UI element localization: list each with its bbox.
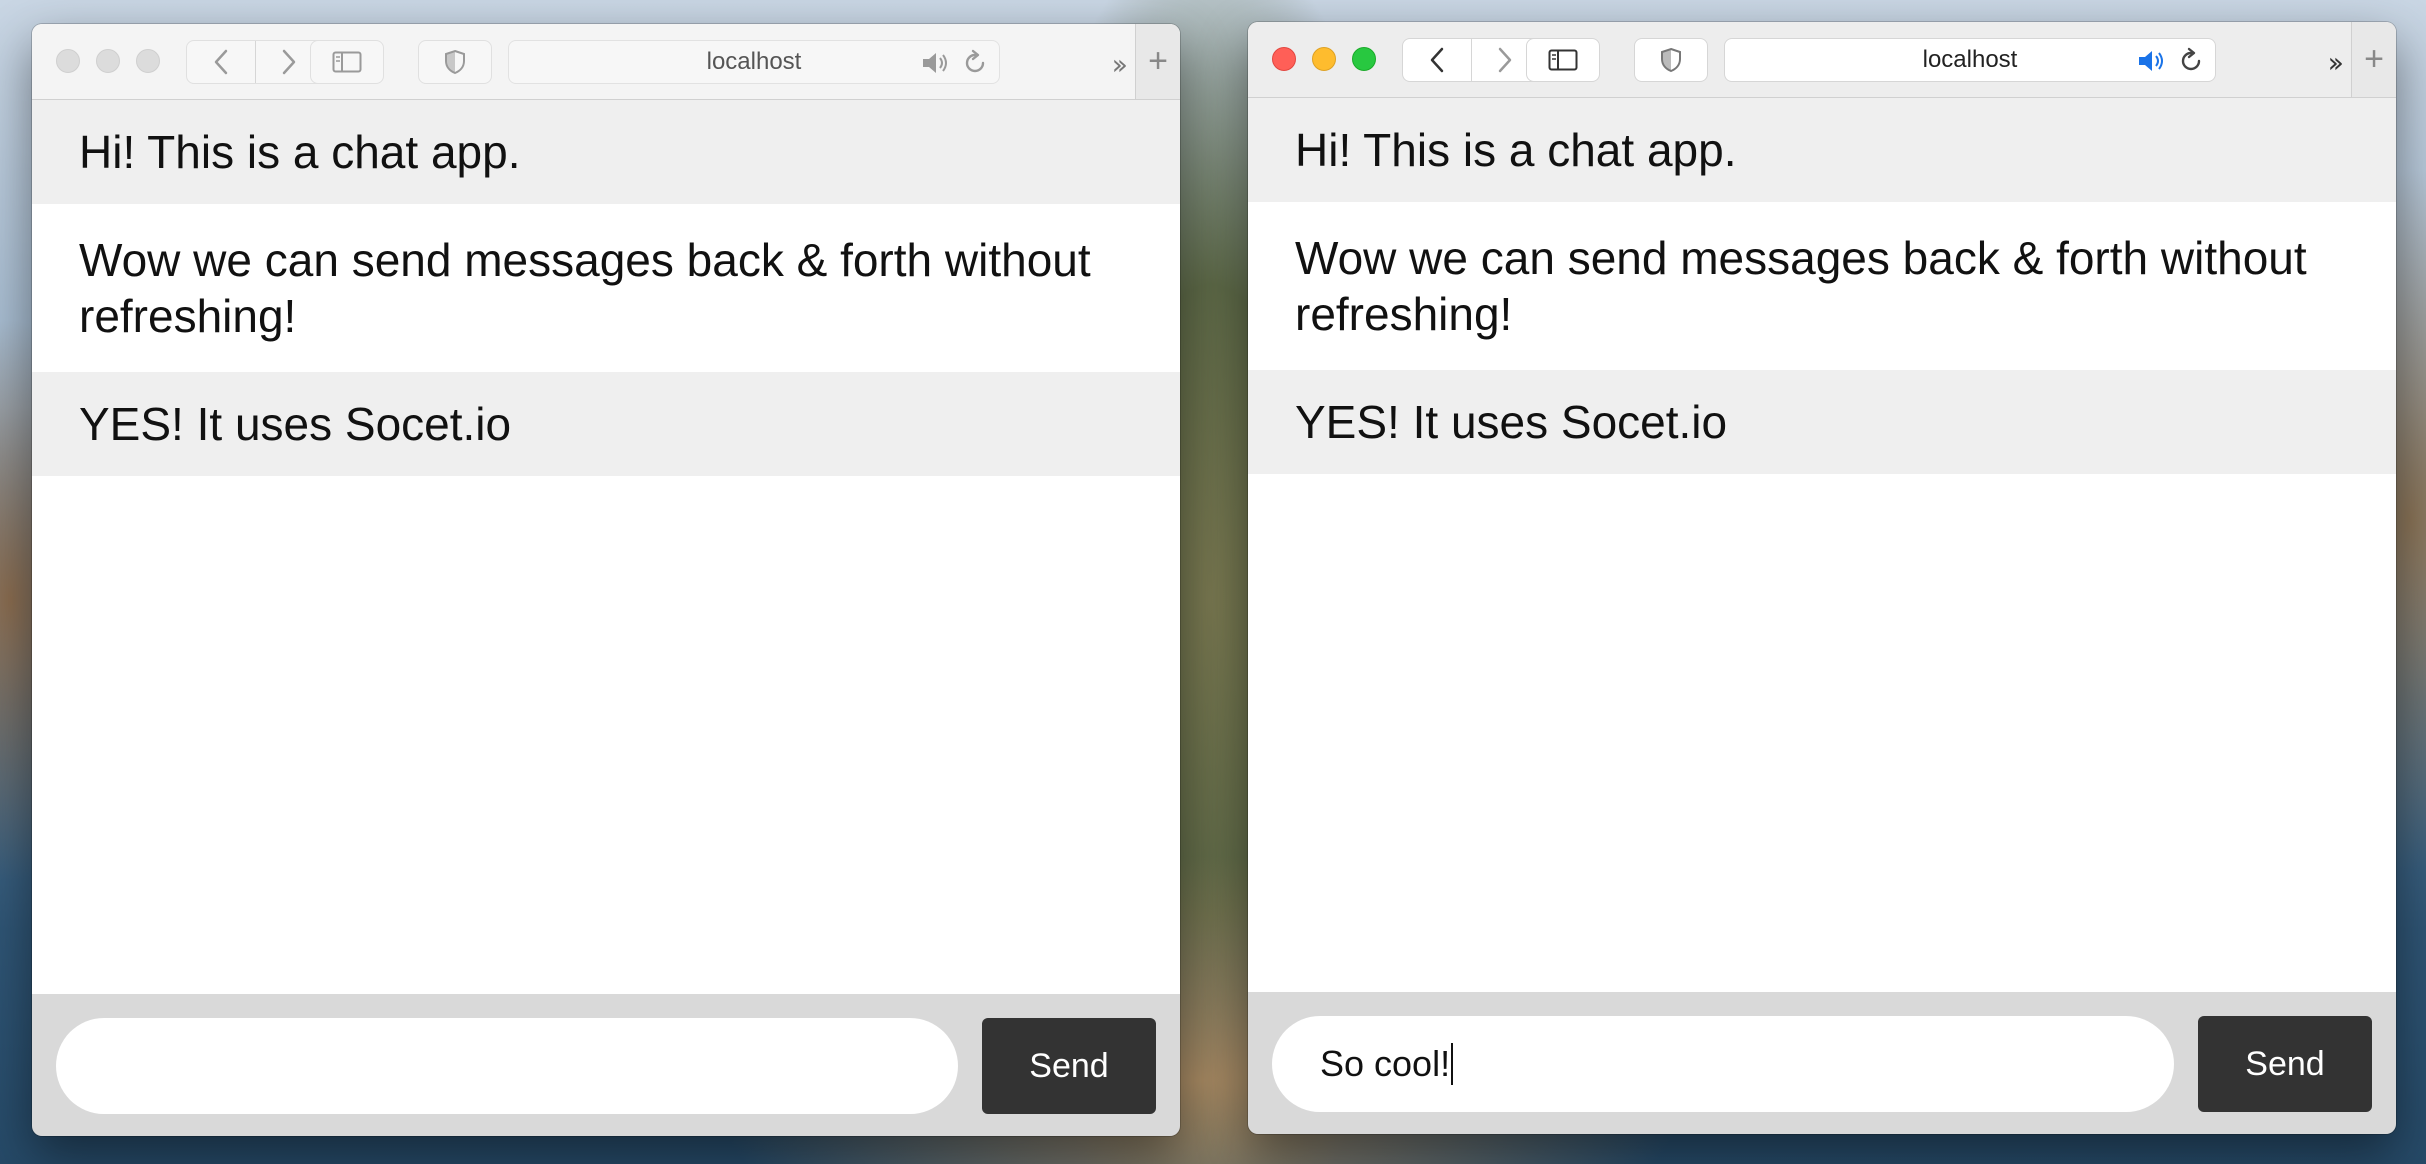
chevron-right-icon	[1499, 47, 1512, 73]
navigation-buttons	[186, 40, 324, 84]
sidebar-toggle-button[interactable]	[1526, 38, 1600, 82]
shield-icon	[1661, 47, 1681, 73]
chevron-double-right-icon[interactable]: ››	[1112, 48, 1129, 81]
plus-icon: +	[2364, 40, 2384, 78]
message-item: Wow we can send messages back & forth wi…	[79, 234, 1091, 342]
send-button[interactable]: Send	[982, 1018, 1156, 1114]
navigation-buttons	[1402, 38, 1540, 82]
sidebar-icon	[332, 51, 362, 73]
address-bar[interactable]: localhost	[508, 40, 1000, 84]
desktop-background: localhost ›› + Hi! This is a chat app. W…	[0, 0, 2426, 1164]
close-window-button[interactable]	[1272, 47, 1296, 71]
window-controls	[1272, 47, 1376, 71]
window-controls	[56, 49, 160, 73]
privacy-report-button[interactable]	[418, 40, 492, 84]
sidebar-toggle-button[interactable]	[310, 40, 384, 84]
message-input-value: So cool!	[1320, 1043, 1451, 1084]
chevron-left-icon	[214, 49, 227, 75]
send-button[interactable]: Send	[2198, 1016, 2372, 1112]
message-input[interactable]	[56, 1018, 958, 1114]
message-composer: Send	[32, 994, 1180, 1136]
new-tab-button[interactable]: +	[2351, 22, 2396, 97]
minimize-window-button[interactable]	[1312, 47, 1336, 71]
speaker-icon[interactable]	[2137, 48, 2167, 74]
browser-toolbar: localhost ›› +	[32, 24, 1180, 100]
text-caret	[1451, 1043, 1454, 1085]
message-item: YES! It uses Socet.io	[1248, 370, 2396, 474]
minimize-window-button[interactable]	[96, 49, 120, 73]
address-bar[interactable]: localhost	[1724, 38, 2216, 82]
plus-icon: +	[1148, 42, 1168, 80]
browser-toolbar: localhost ›› +	[1248, 22, 2396, 98]
reload-icon[interactable]	[961, 49, 989, 77]
maximize-window-button[interactable]	[136, 49, 160, 73]
new-tab-button[interactable]: +	[1135, 24, 1180, 99]
maximize-window-button[interactable]	[1352, 47, 1376, 71]
back-button[interactable]	[187, 41, 255, 83]
message-list: Hi! This is a chat app. Wow we can send …	[1248, 98, 2396, 992]
close-window-button[interactable]	[56, 49, 80, 73]
message-item: YES! It uses Socet.io	[32, 372, 1180, 476]
back-button[interactable]	[1403, 39, 1471, 81]
privacy-report-button[interactable]	[1634, 38, 1708, 82]
message-list: Hi! This is a chat app. Wow we can send …	[32, 100, 1180, 994]
message-item: Hi! This is a chat app.	[32, 100, 1180, 204]
chevron-right-icon	[283, 49, 296, 75]
sidebar-icon	[1548, 49, 1578, 71]
message-input[interactable]: So cool!	[1272, 1016, 2174, 1112]
chevron-double-right-icon[interactable]: ››	[2328, 46, 2345, 79]
reload-icon[interactable]	[2177, 47, 2205, 75]
message-item: Hi! This is a chat app.	[1248, 98, 2396, 202]
shield-icon	[445, 49, 465, 75]
browser-window-left: localhost ›› + Hi! This is a chat app. W…	[32, 24, 1180, 1136]
browser-window-right: localhost ›› + Hi! This is a chat app. W…	[1248, 22, 2396, 1134]
message-composer: So cool! Send	[1248, 992, 2396, 1134]
chevron-left-icon	[1430, 47, 1443, 73]
message-item: Wow we can send messages back & forth wi…	[1295, 232, 2307, 340]
speaker-icon[interactable]	[921, 50, 951, 76]
